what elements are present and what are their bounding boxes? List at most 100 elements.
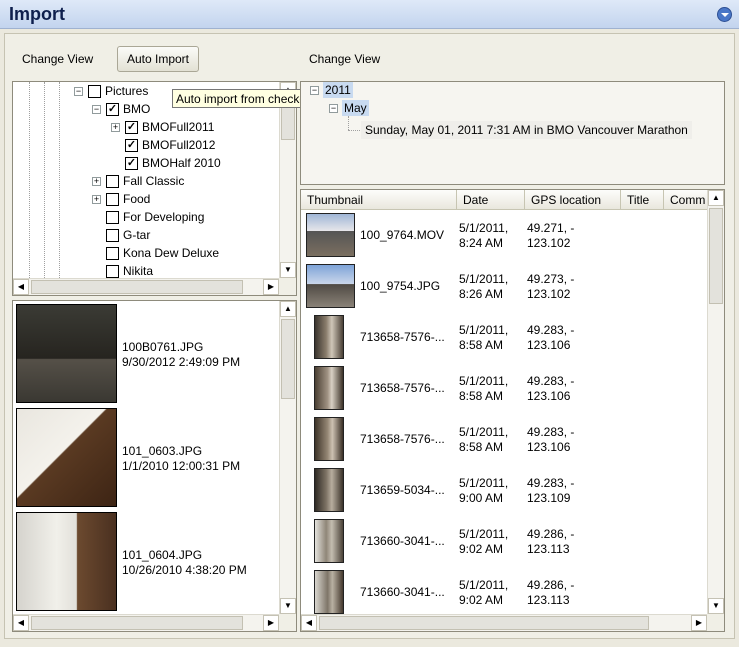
folder-tree-item[interactable]: G-tar (13, 226, 283, 244)
expand-year-icon[interactable]: − (310, 86, 319, 95)
column-header[interactable]: Title (621, 190, 664, 210)
folder-checkbox[interactable] (106, 229, 119, 242)
hscroll-thumb[interactable] (31, 280, 243, 294)
column-header[interactable]: GPS location (525, 190, 621, 210)
table-row[interactable]: 713660-3041-... 5/1/2011, 9:02 AM 49.286, -… (301, 570, 707, 614)
thumbnail-image (314, 315, 344, 359)
folder-checkbox[interactable] (106, 193, 119, 206)
folder-tree-item[interactable]: ✓ BMOFull2012 (13, 136, 283, 154)
arrow-down-icon[interactable]: ▼ (280, 262, 296, 278)
expand-icon[interactable]: + (92, 195, 101, 204)
gps-line: 49.283, - (527, 476, 575, 490)
gps-cell: 49.273, -123.102 (527, 272, 574, 302)
vscroll-thumb[interactable] (709, 208, 723, 304)
arrow-right-icon[interactable]: ▶ (263, 615, 279, 631)
folder-tree-item[interactable]: For Developing (13, 208, 283, 226)
arrow-left-icon[interactable]: ◀ (13, 279, 29, 295)
arrow-left-icon[interactable]: ◀ (301, 615, 317, 631)
gps-line: 123.109 (527, 491, 571, 505)
folder-tree-item[interactable]: Kona Dew Deluxe (13, 244, 283, 262)
date-tree-event[interactable]: Sunday, May 01, 2011 7:31 AM in BMO Vanc… (361, 121, 692, 139)
folder-tree-item[interactable]: + Fall Classic (13, 172, 283, 190)
collapse-icon[interactable]: − (92, 105, 101, 114)
hscroll-thumb[interactable] (319, 616, 649, 630)
column-header[interactable]: Date (457, 190, 525, 210)
arrow-left-icon[interactable]: ◀ (13, 615, 29, 631)
arrow-right-icon[interactable]: ▶ (263, 279, 279, 295)
filename-cell: 713658-7576-... (360, 432, 445, 446)
folder-checkbox[interactable] (106, 265, 119, 278)
folder-checkbox[interactable]: ✓ (106, 103, 119, 116)
date-tree-month[interactable]: May (342, 100, 369, 116)
photo-thumbnail[interactable] (16, 512, 117, 611)
photo-list-item[interactable]: 101_0603.JPG 1/1/2010 12:00:31 PM (13, 408, 279, 510)
arrow-up-icon[interactable]: ▲ (708, 190, 724, 206)
table-hscroll[interactable]: ◀ ▶ (301, 614, 707, 631)
collapse-icon[interactable]: − (74, 87, 83, 96)
table-row[interactable]: 100_9754.JPG 5/1/2011, 8:26 AM 49.273, -123… (301, 264, 707, 315)
photo-caption: 100B0761.JPG 9/30/2012 2:49:09 PM (122, 340, 240, 370)
table-row[interactable]: 713660-3041-... 5/1/2011, 9:02 AM 49.286, -… (301, 519, 707, 570)
folder-checkbox[interactable] (88, 85, 101, 98)
table-row[interactable]: 713659-5034-... 5/1/2011, 9:00 AM 49.283, -… (301, 468, 707, 519)
thumbnail-image (314, 570, 344, 614)
table-row[interactable]: 713658-7576-... 5/1/2011, 8:58 AM 49.283, -… (301, 417, 707, 468)
folder-tree-item[interactable]: + Food (13, 190, 283, 208)
date-cell: 5/1/2011, 8:24 AM (459, 221, 508, 251)
date-cell: 5/1/2011, 9:02 AM (459, 527, 508, 557)
gps-cell: 49.283, -123.106 (527, 374, 574, 404)
hscroll-thumb[interactable] (31, 616, 243, 630)
date-line: 5/1/2011, (459, 527, 509, 541)
gps-line: 49.283, - (527, 425, 575, 439)
table-vscroll[interactable]: ▲ ▼ (707, 190, 724, 614)
expand-icon[interactable]: + (111, 123, 120, 132)
left-change-view-link[interactable]: Change View (22, 52, 93, 66)
thumbnail-image (306, 264, 355, 308)
photo-thumbnail[interactable] (16, 408, 117, 507)
table-row[interactable]: 713658-7576-... 5/1/2011, 8:58 AM 49.283, -… (301, 366, 707, 417)
gps-line: 49.286, - (527, 527, 575, 541)
folder-checkbox[interactable]: ✓ (125, 157, 138, 170)
arrow-down-icon[interactable]: ▼ (280, 598, 296, 614)
folder-tree-hscroll[interactable]: ◀ ▶ (13, 278, 279, 295)
photo-thumbnail[interactable] (16, 304, 117, 403)
photo-list-vscroll[interactable]: ▲ ▼ (279, 301, 296, 614)
table-row[interactable]: 713658-7576-... 5/1/2011, 8:58 AM 49.283, -… (301, 315, 707, 366)
arrow-down-icon[interactable]: ▼ (708, 598, 724, 614)
folder-checkbox[interactable]: ✓ (125, 139, 138, 152)
chevron-down-icon[interactable] (717, 7, 732, 22)
photo-datetime: 9/30/2012 2:49:09 PM (122, 355, 241, 369)
photo-list-item[interactable]: 100B0761.JPG 9/30/2012 2:49:09 PM (13, 304, 279, 406)
vscroll-thumb[interactable] (281, 319, 295, 399)
arrow-up-icon[interactable]: ▲ (280, 301, 296, 317)
column-header[interactable]: Thumbnail (301, 190, 457, 210)
folder-checkbox[interactable] (106, 211, 119, 224)
photo-list-item[interactable]: 101_0604.JPG 10/26/2010 4:38:20 PM (13, 512, 279, 614)
arrow-right-icon[interactable]: ▶ (691, 615, 707, 631)
right-change-view-link[interactable]: Change View (309, 52, 380, 66)
photo-datetime: 1/1/2010 12:00:31 PM (122, 459, 241, 473)
thumbnail-image (314, 519, 344, 563)
column-header[interactable]: Comm (664, 190, 707, 210)
date-tree-year[interactable]: 2011 (323, 82, 353, 98)
gps-line: 123.113 (527, 593, 570, 607)
date-line: 5/1/2011, (459, 221, 509, 235)
table-row[interactable]: 100_9764.MOV 5/1/2011, 8:24 AM 49.271, -123… (301, 213, 707, 264)
folder-checkbox[interactable] (106, 247, 119, 260)
folder-checkbox[interactable] (106, 175, 119, 188)
expand-icon[interactable]: + (92, 177, 101, 186)
folder-checkbox[interactable]: ✓ (125, 121, 138, 134)
auto-import-button[interactable]: Auto Import (117, 46, 199, 72)
folder-tree-item[interactable]: + ✓ BMOFull2011 (13, 118, 283, 136)
gps-line: 123.102 (527, 236, 571, 250)
photo-list-hscroll[interactable]: ◀ ▶ (13, 614, 279, 631)
date-line: 5/1/2011, (459, 272, 509, 286)
filename-cell: 713660-3041-... (360, 585, 445, 599)
date-tree-panel: − 2011 − May Sunday, May 01, 2011 7:31 A… (300, 81, 725, 185)
expand-month-icon[interactable]: − (329, 104, 338, 113)
folder-label: BMO (123, 102, 151, 116)
folder-tree-vscroll[interactable]: ▲ ▼ (279, 82, 296, 278)
folder-tree-item[interactable]: ✓ BMOHalf 2010 (13, 154, 283, 172)
gps-line: 49.283, - (527, 323, 575, 337)
folder-label: Fall Classic (123, 174, 185, 188)
